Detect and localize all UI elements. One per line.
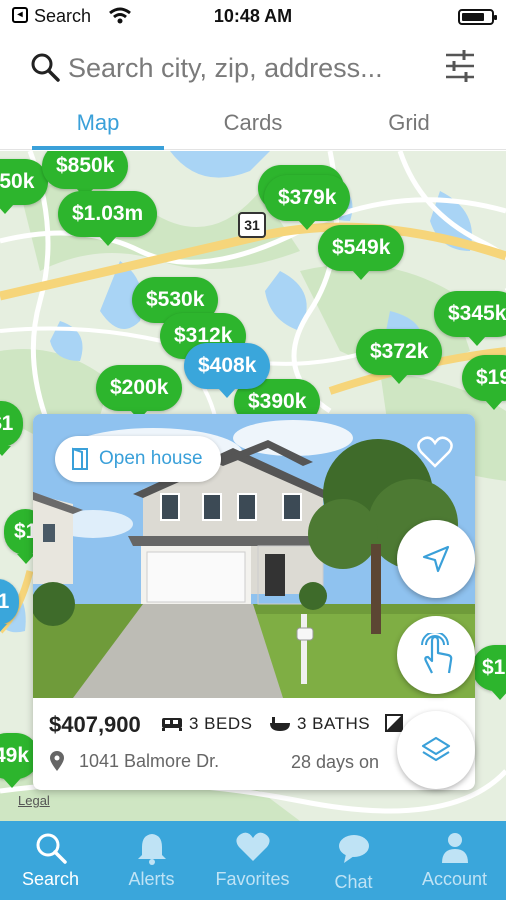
- nav-search[interactable]: Search: [0, 821, 101, 900]
- listing-address: 1041 Balmore Dr.: [49, 750, 219, 772]
- nav-alerts[interactable]: Alerts: [101, 821, 202, 900]
- bed-icon: [162, 718, 182, 731]
- listing-baths-label: 3 BATHS: [297, 714, 371, 733]
- price-pin[interactable]: $19: [462, 355, 506, 410]
- price-pin-label: $390k: [248, 390, 307, 413]
- person-icon: [441, 833, 468, 863]
- nav-alerts-label: Alerts: [128, 869, 175, 889]
- price-pin-label: $1.03m: [72, 202, 144, 225]
- price-pin-label: $345k: [448, 302, 506, 325]
- price-pin[interactable]: $200k: [96, 365, 183, 420]
- locate-me-button[interactable]: [397, 520, 475, 598]
- nav-chat-label: Chat: [334, 872, 373, 892]
- price-pin-label: $850k: [56, 154, 115, 177]
- nav-favorites-label: Favorites: [215, 869, 290, 889]
- tab-cards[interactable]: Cards: [188, 110, 318, 136]
- bottom-nav: Search Alerts Favorites Chat Account: [0, 821, 506, 900]
- price-pin[interactable]: $850k: [42, 151, 129, 198]
- days-on-market: 28 days on: [291, 752, 380, 772]
- map-legal-link[interactable]: Legal: [18, 793, 50, 808]
- bathtub-icon: [270, 717, 290, 731]
- heart-icon: [235, 832, 270, 861]
- hand-pointer-icon: [421, 633, 453, 674]
- price-pin-label: $200k: [110, 376, 169, 399]
- app-screen: ◂ Search 10:48 AM Map Cards Grid: [0, 0, 506, 900]
- price-pin-label: $1: [0, 590, 10, 613]
- tab-grid[interactable]: Grid: [344, 110, 474, 136]
- nav-search-label: Search: [21, 869, 80, 889]
- price-pin-selected[interactable]: $408k: [184, 343, 271, 398]
- battery-icon: [458, 9, 497, 25]
- open-house-label: Open house: [99, 448, 203, 469]
- price-pin[interactable]: $1.03m: [58, 191, 158, 246]
- search-bar: [0, 38, 506, 98]
- map-layers-button[interactable]: [397, 711, 475, 789]
- active-tab-indicator: [32, 146, 164, 150]
- price-pin-label: $1: [0, 412, 14, 435]
- nav-account-label: Account: [421, 869, 488, 889]
- filter-sliders-icon[interactable]: [444, 48, 476, 84]
- price-pin-label: $408k: [198, 354, 257, 377]
- door-icon: [72, 447, 88, 470]
- listing-beds: 3 BEDS: [161, 714, 252, 734]
- bell-icon: [137, 834, 166, 865]
- highway-shield-label: 31: [244, 217, 260, 233]
- tab-map[interactable]: Map: [33, 110, 163, 136]
- price-pin[interactable]: $372k: [356, 329, 443, 384]
- listing-price: $407,900: [49, 712, 141, 737]
- chat-icon: [338, 835, 369, 863]
- price-pin[interactable]: $549k: [318, 225, 405, 280]
- view-tabs: Map Cards Grid: [0, 100, 506, 150]
- price-pin-label: $17: [482, 656, 506, 679]
- layers-icon: [421, 736, 451, 762]
- search-icon: [31, 53, 60, 82]
- navigation-arrow-icon: [422, 545, 450, 573]
- area-icon: [385, 714, 403, 732]
- highway-shield: 31: [238, 212, 266, 238]
- nav-account[interactable]: Account: [404, 821, 505, 900]
- listing-address-label: 1041 Balmore Dr.: [79, 750, 220, 771]
- price-pin-label: $530k: [146, 288, 205, 311]
- price-pin-label: 49k: [0, 744, 30, 767]
- search-input[interactable]: [68, 48, 428, 88]
- price-pin[interactable]: $345k: [434, 291, 506, 346]
- favorite-heart-icon[interactable]: [417, 436, 453, 468]
- listing-beds-label: 3 BEDS: [189, 714, 253, 733]
- search-icon: [36, 833, 67, 864]
- nav-chat[interactable]: Chat: [303, 821, 404, 900]
- status-time: 10:48 AM: [213, 6, 293, 26]
- location-pin-icon: [50, 751, 64, 771]
- price-pin-label: $19: [476, 366, 506, 389]
- draw-search-button[interactable]: [397, 616, 475, 694]
- price-pin-label: $372k: [370, 340, 429, 363]
- status-bar: ◂ Search 10:48 AM: [0, 0, 506, 36]
- price-pin-label: $850k: [0, 170, 35, 193]
- map-view[interactable]: 31 $850k $850k $1.03m $379k $379k $549k …: [0, 151, 506, 821]
- listing-baths: 3 BATHS: [269, 714, 370, 734]
- price-pin-label: $379k: [278, 186, 337, 209]
- price-pin[interactable]: $379k: [264, 175, 351, 230]
- nav-favorites[interactable]: Favorites: [202, 821, 303, 900]
- open-house-badge[interactable]: Open house: [55, 436, 221, 482]
- price-pin-label: $549k: [332, 236, 391, 259]
